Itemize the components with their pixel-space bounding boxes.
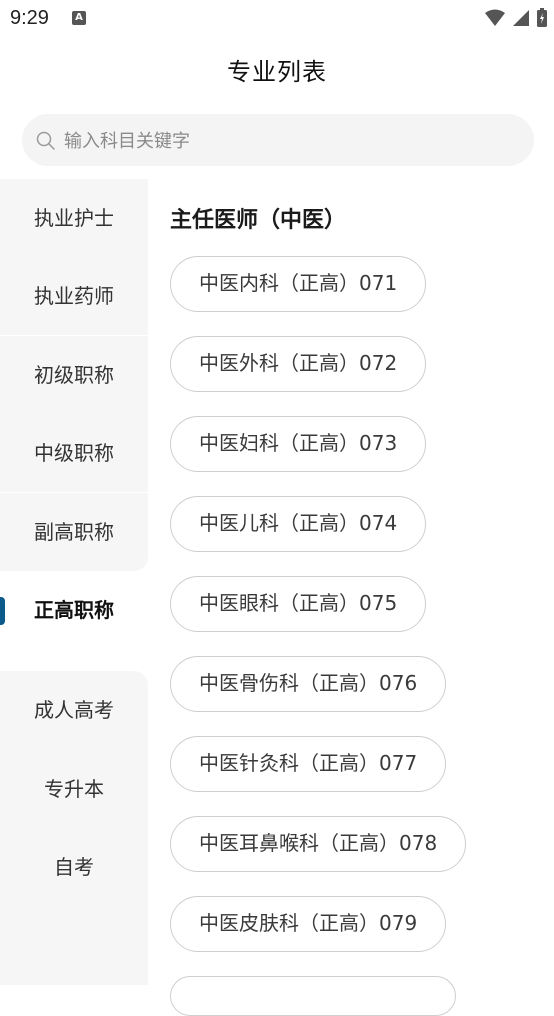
- sidebar-item-label: 初级职称: [34, 363, 114, 387]
- sidebar-item-adult-college-exam[interactable]: 成人高考: [0, 671, 148, 749]
- sidebar-item-label: 副高职称: [34, 520, 114, 544]
- sidebar-item-label: 成人高考: [34, 698, 114, 722]
- subject-pill[interactable]: 中医针灸科（正高）077: [170, 736, 447, 792]
- search-box[interactable]: [22, 114, 534, 168]
- wifi-icon: [485, 9, 505, 26]
- sidebar-item-label: 中级职称: [34, 441, 114, 465]
- subject-pill[interactable]: 中医皮肤科（正高）079: [170, 896, 447, 952]
- search-icon: [36, 131, 55, 150]
- sidebar-item-senior-title[interactable]: 正高职称: [0, 571, 148, 649]
- section-title: 主任医师（中医）: [170, 208, 347, 233]
- status-bar: 9:29 A: [0, 0, 554, 38]
- sidebar-item-intermediate-title[interactable]: 中级职称: [0, 414, 148, 492]
- status-icons: [484, 8, 548, 28]
- subject-pill[interactable]: 中医儿科（正高）074: [170, 496, 427, 552]
- subject-pill[interactable]: 中医外科（正高）072: [170, 336, 427, 392]
- search-input[interactable]: [62, 114, 526, 168]
- sidebar-item-label: 执业护士: [34, 206, 114, 230]
- subject-pill[interactable]: 中医耳鼻喉科（正高）078: [170, 816, 467, 872]
- sidebar-item-licensed-pharmacist[interactable]: 执业药师: [0, 257, 148, 335]
- sidebar-item-associate-senior-title[interactable]: 副高职称: [0, 493, 148, 571]
- sidebar-item-upgrade-bachelor[interactable]: 专升本: [0, 750, 148, 828]
- page-title: 专业列表: [227, 58, 327, 86]
- subject-pill[interactable]: 中医内科（正高）071: [170, 256, 427, 312]
- active-indicator: [0, 597, 5, 625]
- sidebar-item-label: 正高职称: [34, 598, 114, 622]
- subject-pill[interactable]: 中医妇科（正高）073: [170, 416, 427, 472]
- notification-icon: A: [72, 11, 86, 25]
- category-sidebar: 执业护士 执业药师 初级职称 中级职称 副高职称 正高职称 成人高考 专升本 自…: [0, 179, 148, 985]
- subject-pill-partial[interactable]: [170, 976, 456, 1016]
- signal-icon: [513, 10, 529, 26]
- subject-pill[interactable]: 中医眼科（正高）075: [170, 576, 427, 632]
- sidebar-item-practicing-nurse[interactable]: 执业护士: [0, 179, 148, 257]
- sidebar-item-self-study-exam[interactable]: 自考: [0, 828, 148, 906]
- battery-icon: [537, 8, 547, 27]
- sidebar-item-label: 自考: [54, 855, 94, 879]
- sidebar-item-junior-title[interactable]: 初级职称: [0, 336, 148, 414]
- sidebar-item-label: 执业药师: [34, 284, 114, 308]
- sidebar-item-label: 专升本: [44, 777, 104, 801]
- subject-pill[interactable]: 中医骨伤科（正高）076: [170, 656, 447, 712]
- status-time: 9:29: [10, 7, 49, 29]
